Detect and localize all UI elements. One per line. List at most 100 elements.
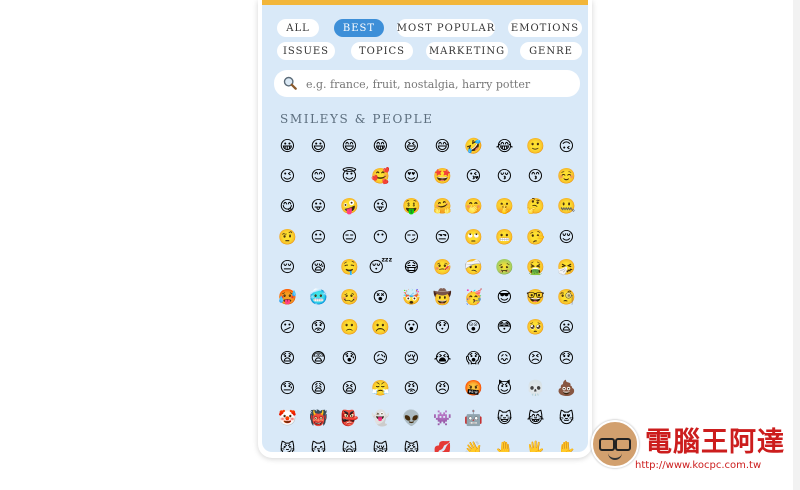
emoji-button[interactable]: 🙂 — [520, 131, 551, 161]
emoji-button[interactable]: 😘 — [458, 161, 489, 191]
emoji-button[interactable]: 🤓 — [520, 282, 551, 312]
emoji-button[interactable]: 😃 — [303, 131, 334, 161]
emoji-button[interactable]: 🤖 — [458, 404, 489, 434]
emoji-button[interactable]: 🤡 — [272, 404, 303, 434]
emoji-button[interactable]: 😊 — [303, 161, 334, 191]
emoji-button[interactable]: 😧 — [272, 343, 303, 373]
emoji-button[interactable]: 🤐 — [551, 192, 582, 222]
emoji-button[interactable]: 🥺 — [520, 313, 551, 343]
emoji-button[interactable]: 😯 — [427, 313, 458, 343]
emoji-button[interactable]: 👹 — [303, 404, 334, 434]
emoji-button[interactable]: ☺️ — [551, 161, 582, 191]
emoji-button[interactable]: 🥶 — [303, 282, 334, 312]
emoji-button[interactable]: 😠 — [427, 373, 458, 403]
emoji-button[interactable]: 😳 — [489, 313, 520, 343]
emoji-button[interactable]: 😇 — [334, 161, 365, 191]
emoji-button[interactable]: 😽 — [303, 434, 334, 452]
emoji-button[interactable]: 🤬 — [458, 373, 489, 403]
emoji-button[interactable]: 🤩 — [427, 161, 458, 191]
emoji-button[interactable]: 😵 — [365, 282, 396, 312]
emoji-button[interactable]: 💋 — [427, 434, 458, 452]
emoji-button[interactable]: 🤒 — [427, 252, 458, 282]
filter-chip-most-popular[interactable]: Most Popular — [397, 19, 495, 37]
emoji-button[interactable]: 😑 — [334, 222, 365, 252]
emoji-button[interactable]: 😪 — [303, 252, 334, 282]
emoji-button[interactable]: 🤮 — [520, 252, 551, 282]
emoji-button[interactable]: 😷 — [396, 252, 427, 282]
emoji-button[interactable]: 😎 — [489, 282, 520, 312]
emoji-button[interactable]: 😏 — [396, 222, 427, 252]
emoji-button[interactable]: 🤪 — [334, 192, 365, 222]
emoji-button[interactable]: 😼 — [272, 434, 303, 452]
emoji-button[interactable]: 🤠 — [427, 282, 458, 312]
emoji-button[interactable]: 😒 — [427, 222, 458, 252]
emoji-button[interactable]: 😁 — [365, 131, 396, 161]
emoji-button[interactable]: 💀 — [520, 373, 551, 403]
emoji-button[interactable]: 😂 — [489, 131, 520, 161]
emoji-button[interactable]: 🖐️ — [520, 434, 551, 452]
emoji-button[interactable]: 👺 — [334, 404, 365, 434]
emoji-button[interactable]: 🙀 — [334, 434, 365, 452]
filter-chip-emotions[interactable]: Emotions — [508, 19, 582, 37]
emoji-button[interactable]: 🤚 — [489, 434, 520, 452]
emoji-button[interactable]: 😶 — [365, 222, 396, 252]
emoji-button[interactable]: 😄 — [334, 131, 365, 161]
emoji-button[interactable]: 😱 — [458, 343, 489, 373]
emoji-button[interactable]: 🙃 — [551, 131, 582, 161]
emoji-button[interactable]: 👻 — [365, 404, 396, 434]
emoji-button[interactable]: 😍 — [396, 161, 427, 191]
emoji-button[interactable]: 🥴 — [334, 282, 365, 312]
emoji-button[interactable]: 😖 — [489, 343, 520, 373]
emoji-button[interactable]: 👋 — [458, 434, 489, 452]
emoji-button[interactable]: 🤑 — [396, 192, 427, 222]
emoji-button[interactable]: 🤨 — [272, 222, 303, 252]
emoji-button[interactable]: 😋 — [272, 192, 303, 222]
emoji-button[interactable]: 🥵 — [272, 282, 303, 312]
emoji-button[interactable]: 😕 — [272, 313, 303, 343]
emoji-button[interactable]: 🙁 — [334, 313, 365, 343]
emoji-button[interactable]: 😉 — [272, 161, 303, 191]
emoji-button[interactable]: 😈 — [489, 373, 520, 403]
emoji-button[interactable]: 😾 — [396, 434, 427, 452]
emoji-button[interactable]: 😮 — [396, 313, 427, 343]
emoji-button[interactable]: ✋ — [551, 434, 582, 452]
emoji-button[interactable]: 😴 — [365, 252, 396, 282]
emoji-button[interactable]: 😚 — [489, 161, 520, 191]
emoji-button[interactable]: 😲 — [458, 313, 489, 343]
emoji-button[interactable]: 😺 — [489, 404, 520, 434]
emoji-button[interactable]: 🤢 — [489, 252, 520, 282]
emoji-button[interactable]: 🥳 — [458, 282, 489, 312]
emoji-button[interactable]: 😟 — [303, 313, 334, 343]
emoji-button[interactable]: 😤 — [365, 373, 396, 403]
emoji-button[interactable]: 😥 — [365, 343, 396, 373]
emoji-button[interactable]: 😢 — [396, 343, 427, 373]
emoji-button[interactable]: 😨 — [303, 343, 334, 373]
emoji-button[interactable]: 😆 — [396, 131, 427, 161]
emoji-button[interactable]: 😌 — [551, 222, 582, 252]
search-input[interactable] — [304, 73, 576, 96]
emoji-button[interactable]: 🥰 — [365, 161, 396, 191]
emoji-button[interactable]: 😙 — [520, 161, 551, 191]
emoji-button[interactable]: 🤗 — [427, 192, 458, 222]
emoji-button[interactable]: 🤤 — [334, 252, 365, 282]
emoji-button[interactable]: 🤔 — [520, 192, 551, 222]
emoji-button[interactable]: 🤕 — [458, 252, 489, 282]
filter-chip-best[interactable]: Best — [334, 19, 384, 37]
emoji-button[interactable]: 😞 — [551, 343, 582, 373]
filter-chip-topics[interactable]: Topics — [351, 42, 413, 60]
filter-chip-genre[interactable]: Genre — [520, 42, 582, 60]
emoji-button[interactable]: 👾 — [427, 404, 458, 434]
emoji-button[interactable]: 😦 — [551, 313, 582, 343]
emoji-button[interactable]: 🧐 — [551, 282, 582, 312]
emoji-button[interactable]: 😀 — [272, 131, 303, 161]
emoji-button[interactable]: 😜 — [365, 192, 396, 222]
filter-chip-all[interactable]: All — [277, 19, 319, 37]
emoji-button[interactable]: 🤭 — [458, 192, 489, 222]
emoji-button[interactable]: 🤧 — [551, 252, 582, 282]
emoji-button[interactable]: 😬 — [489, 222, 520, 252]
emoji-button[interactable]: 😐 — [303, 222, 334, 252]
emoji-button[interactable]: 😅 — [427, 131, 458, 161]
emoji-button[interactable]: 😻 — [551, 404, 582, 434]
emoji-button[interactable]: 🤣 — [458, 131, 489, 161]
emoji-button[interactable]: 😔 — [272, 252, 303, 282]
